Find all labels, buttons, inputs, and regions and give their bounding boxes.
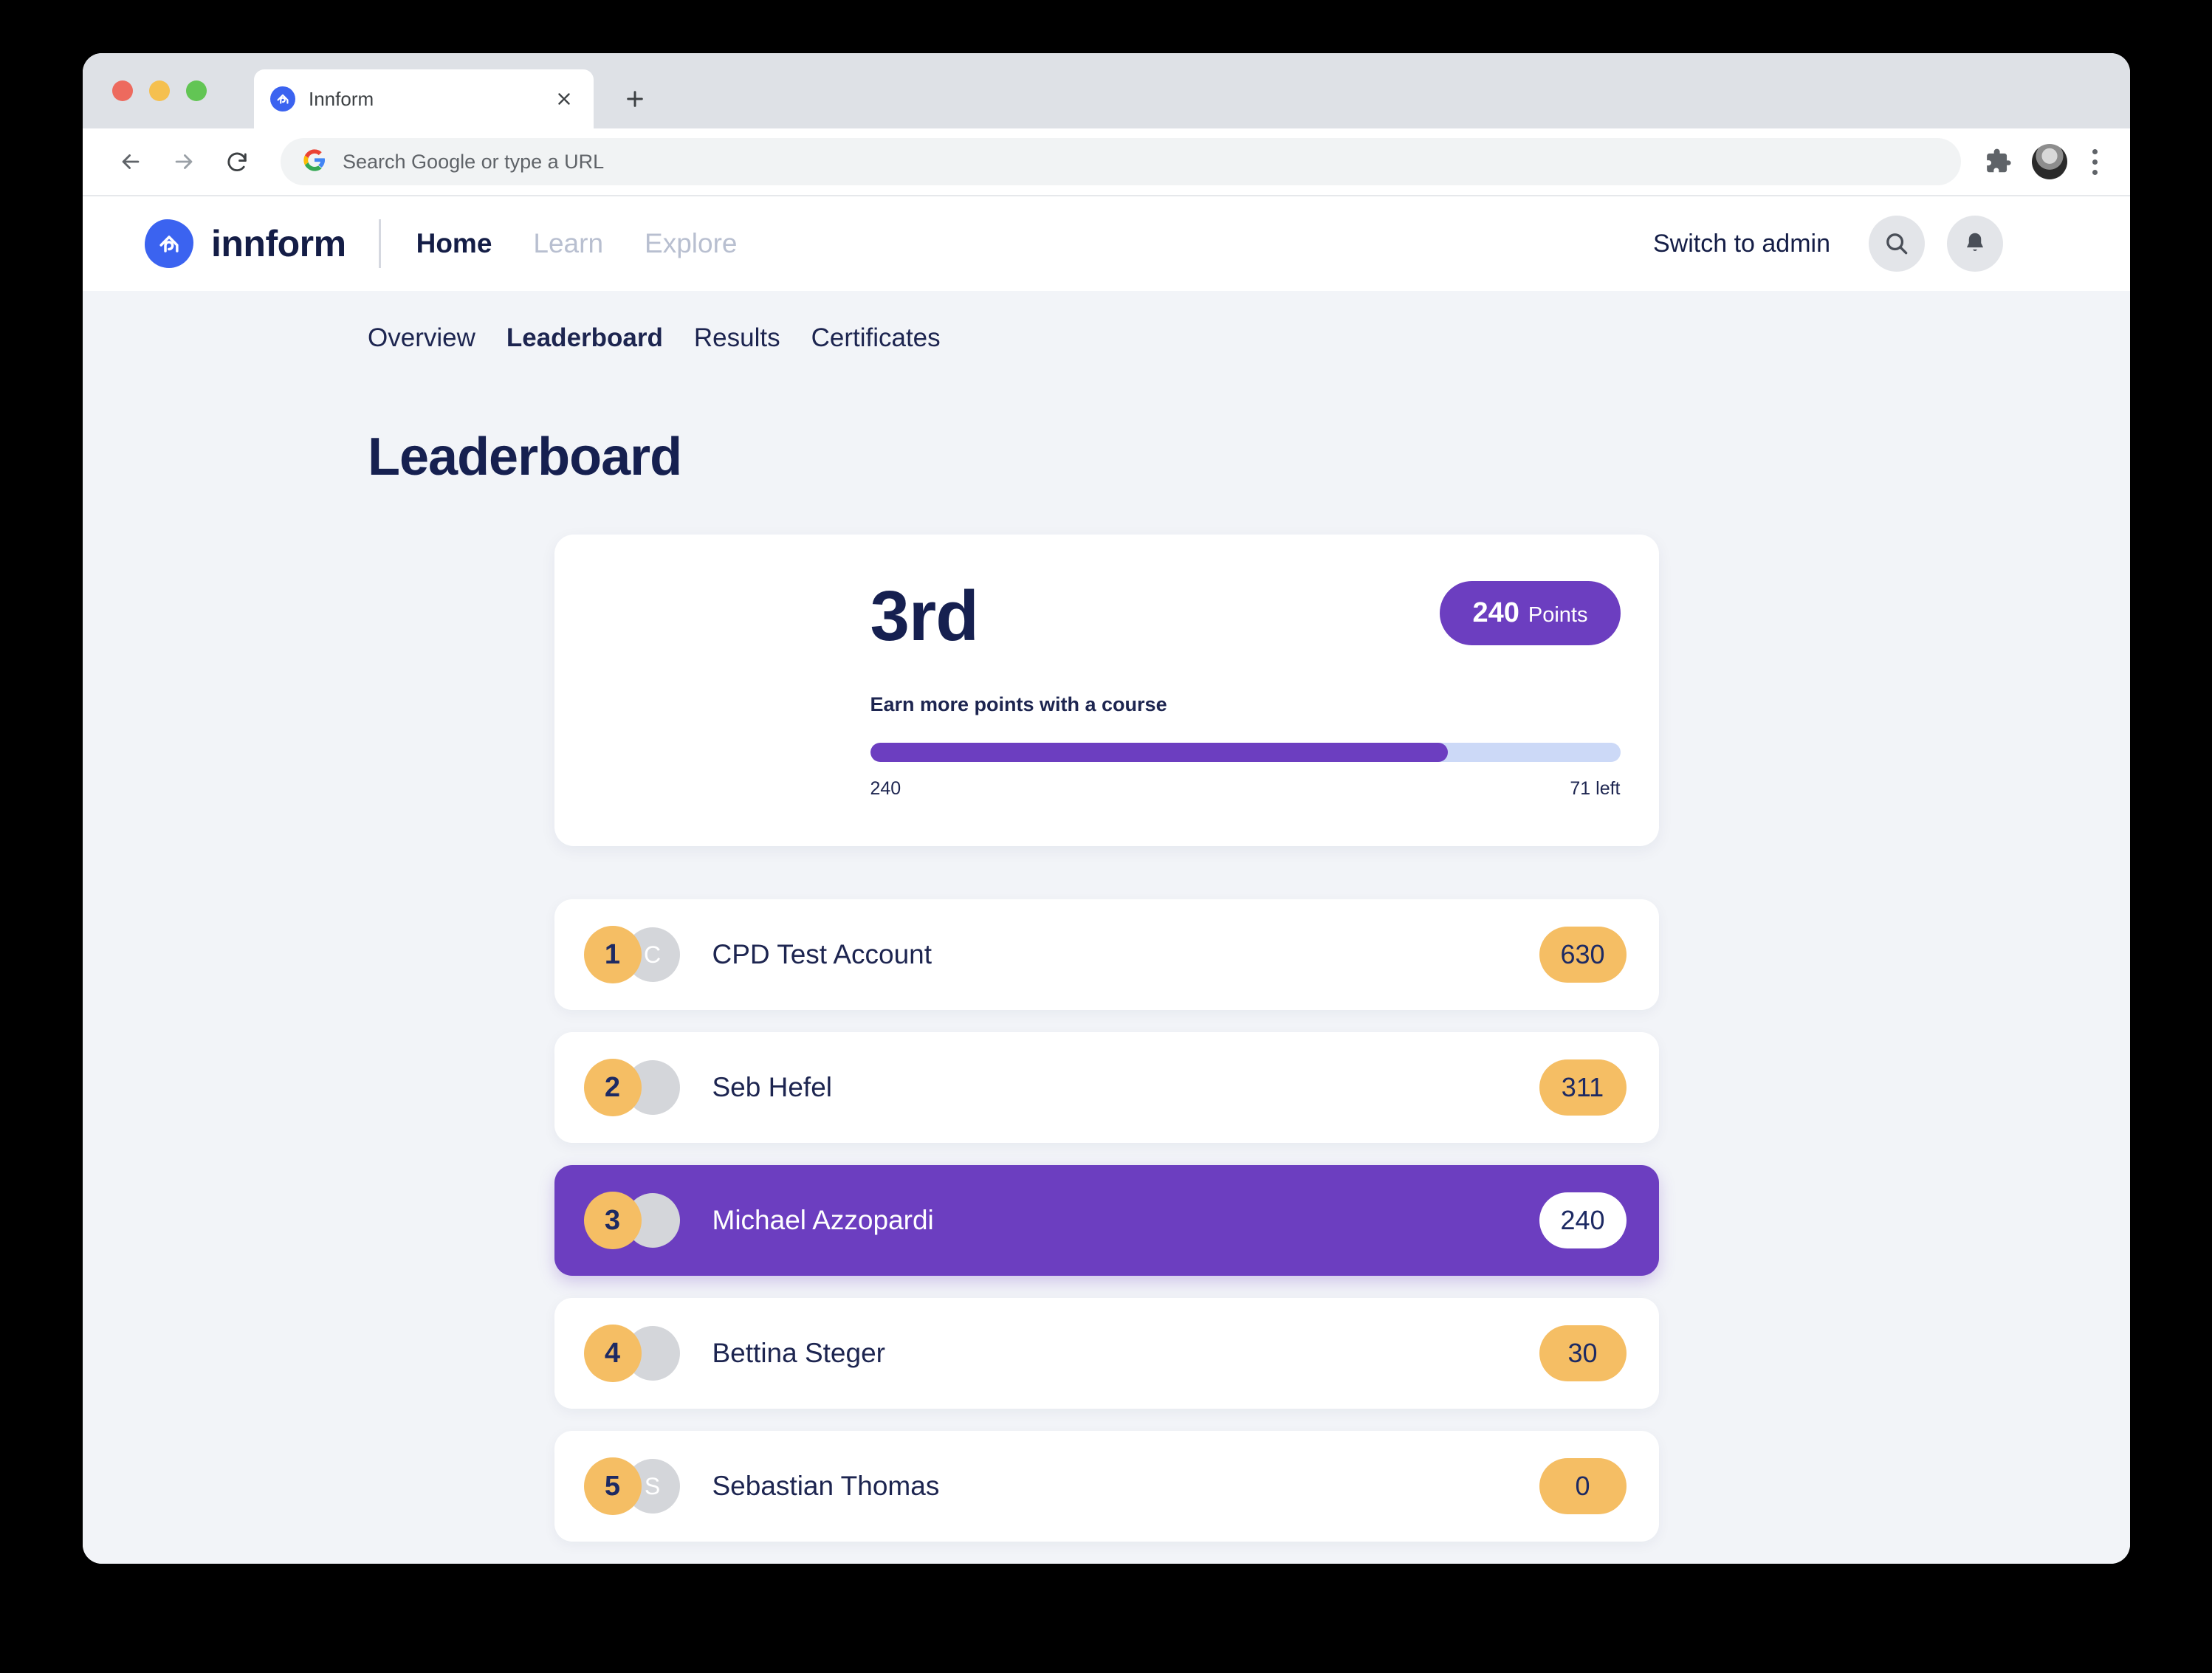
nav-item-learn[interactable]: Learn [530, 224, 606, 264]
back-arrow-icon[interactable] [108, 139, 154, 185]
search-icon[interactable] [1869, 216, 1925, 272]
user-rank-card: 3rd 240 Points Earn more points with a c… [554, 535, 1659, 846]
brand-logo[interactable]: innform [145, 219, 346, 268]
progress-labels: 240 71 left [870, 778, 1621, 800]
rank-card-body: 3rd 240 Points Earn more points with a c… [870, 567, 1621, 814]
tab-favicon-icon [270, 86, 295, 111]
switch-to-admin-link[interactable]: Switch to admin [1653, 230, 1830, 258]
points-label: Points [1528, 603, 1588, 627]
row-score-pill: 311 [1539, 1059, 1627, 1116]
bell-icon[interactable] [1947, 216, 2003, 272]
sub-nav: Overview Leaderboard Results Certificate… [83, 291, 2130, 353]
close-icon[interactable] [551, 86, 577, 112]
row-user-name: Sebastian Thomas [712, 1471, 940, 1501]
row-user-name: CPD Test Account [712, 939, 932, 969]
row-user-name: Bettina Steger [712, 1338, 885, 1368]
progress-current-value: 240 [870, 778, 901, 799]
header-right-group: Switch to admin [1653, 214, 2084, 273]
browser-tab[interactable]: Innform [254, 69, 594, 128]
window-traffic-lights [112, 80, 207, 101]
browser-tab-strip: Innform [83, 53, 2130, 128]
sub-nav-item-leaderboard[interactable]: Leaderboard [506, 323, 663, 353]
browser-profile-avatar[interactable] [2032, 144, 2067, 179]
progress-section: Earn more points with a course 240 71 le… [870, 693, 1621, 800]
rank-chip: 3 [583, 1192, 642, 1249]
user-rank-value: 3rd [870, 577, 979, 656]
innform-house-logo-icon [145, 219, 193, 268]
page-title: Leaderboard [368, 427, 682, 487]
reload-icon[interactable] [214, 139, 260, 185]
row-left-group: 4 Bettina Steger [583, 1325, 1539, 1382]
sub-nav-item-certificates[interactable]: Certificates [811, 323, 941, 353]
row-score-pill: 240 [1539, 1192, 1627, 1248]
leaderboard-row[interactable]: 4 Bettina Steger 30 [554, 1298, 1659, 1409]
app-header: innform Home Learn Explore Switch to adm… [83, 196, 2130, 291]
row-score-pill: 30 [1539, 1325, 1627, 1381]
leaderboard-row[interactable]: 5 S Sebastian Thomas 0 [554, 1431, 1659, 1542]
user-avatar[interactable] [2025, 214, 2084, 273]
puzzle-piece-icon[interactable] [1985, 148, 2013, 176]
nav-item-home[interactable]: Home [413, 224, 495, 264]
nav-item-explore[interactable]: Explore [642, 224, 740, 264]
address-bar-input[interactable]: Search Google or type a URL [343, 151, 604, 174]
rank-chip: 5 [583, 1457, 642, 1515]
points-badge: 240 Points [1440, 581, 1621, 645]
google-g-icon [303, 148, 326, 176]
row-left-group: 1 C CPD Test Account [583, 926, 1539, 983]
address-bar[interactable]: Search Google or type a URL [281, 138, 1961, 185]
row-score-pill: 630 [1539, 927, 1627, 983]
current-user-avatar [585, 568, 829, 812]
minimize-window-button[interactable] [149, 80, 170, 101]
sub-nav-item-overview[interactable]: Overview [368, 323, 475, 353]
browser-window: Innform Search Google or type a URL innf… [83, 53, 2130, 1564]
close-window-button[interactable] [112, 80, 133, 101]
header-divider [378, 219, 381, 268]
maximize-window-button[interactable] [186, 80, 207, 101]
row-user-name: Seb Hefel [712, 1072, 833, 1102]
page-viewport: innform Home Learn Explore Switch to adm… [83, 196, 2130, 1564]
main-nav: Home Learn Explore [413, 224, 741, 264]
row-user-name: Michael Azzopardi [712, 1205, 934, 1235]
leaderboard-row[interactable]: 2 Seb Hefel 311 [554, 1032, 1659, 1143]
row-left-group: 5 S Sebastian Thomas [583, 1457, 1539, 1515]
rank-chip: 2 [583, 1059, 642, 1116]
content-column: 3rd 240 Points Earn more points with a c… [554, 535, 1659, 1542]
row-left-group: 2 Seb Hefel [583, 1059, 1539, 1116]
sub-nav-item-results[interactable]: Results [694, 323, 780, 353]
progress-bar-fill [870, 743, 1448, 762]
rank-card-top: 3rd 240 Points [870, 581, 1621, 652]
rank-chip: 1 [583, 926, 642, 983]
three-dot-menu-icon[interactable] [2086, 148, 2103, 175]
leaderboard-row[interactable]: 1 C CPD Test Account 630 [554, 899, 1659, 1010]
tab-title: Innform [309, 87, 374, 110]
progress-remaining-value: 71 left [1570, 778, 1621, 799]
points-value: 240 [1472, 597, 1519, 628]
leaderboard-list: 1 C CPD Test Account 630 2 Seb Hefel 311 3 Micha… [554, 899, 1659, 1542]
brand-name: innform [211, 223, 346, 264]
new-tab-button[interactable] [622, 86, 648, 112]
toolbar-right-group [1985, 144, 2103, 179]
row-score-pill: 0 [1539, 1458, 1627, 1514]
progress-caption: Earn more points with a course [870, 693, 1167, 715]
progress-bar [870, 743, 1621, 762]
rank-chip: 4 [583, 1325, 642, 1382]
row-left-group: 3 Michael Azzopardi [583, 1192, 1539, 1249]
browser-toolbar: Search Google or type a URL [83, 128, 2130, 196]
leaderboard-row[interactable]: 3 Michael Azzopardi 240 [554, 1165, 1659, 1276]
forward-arrow-icon[interactable] [161, 139, 207, 185]
